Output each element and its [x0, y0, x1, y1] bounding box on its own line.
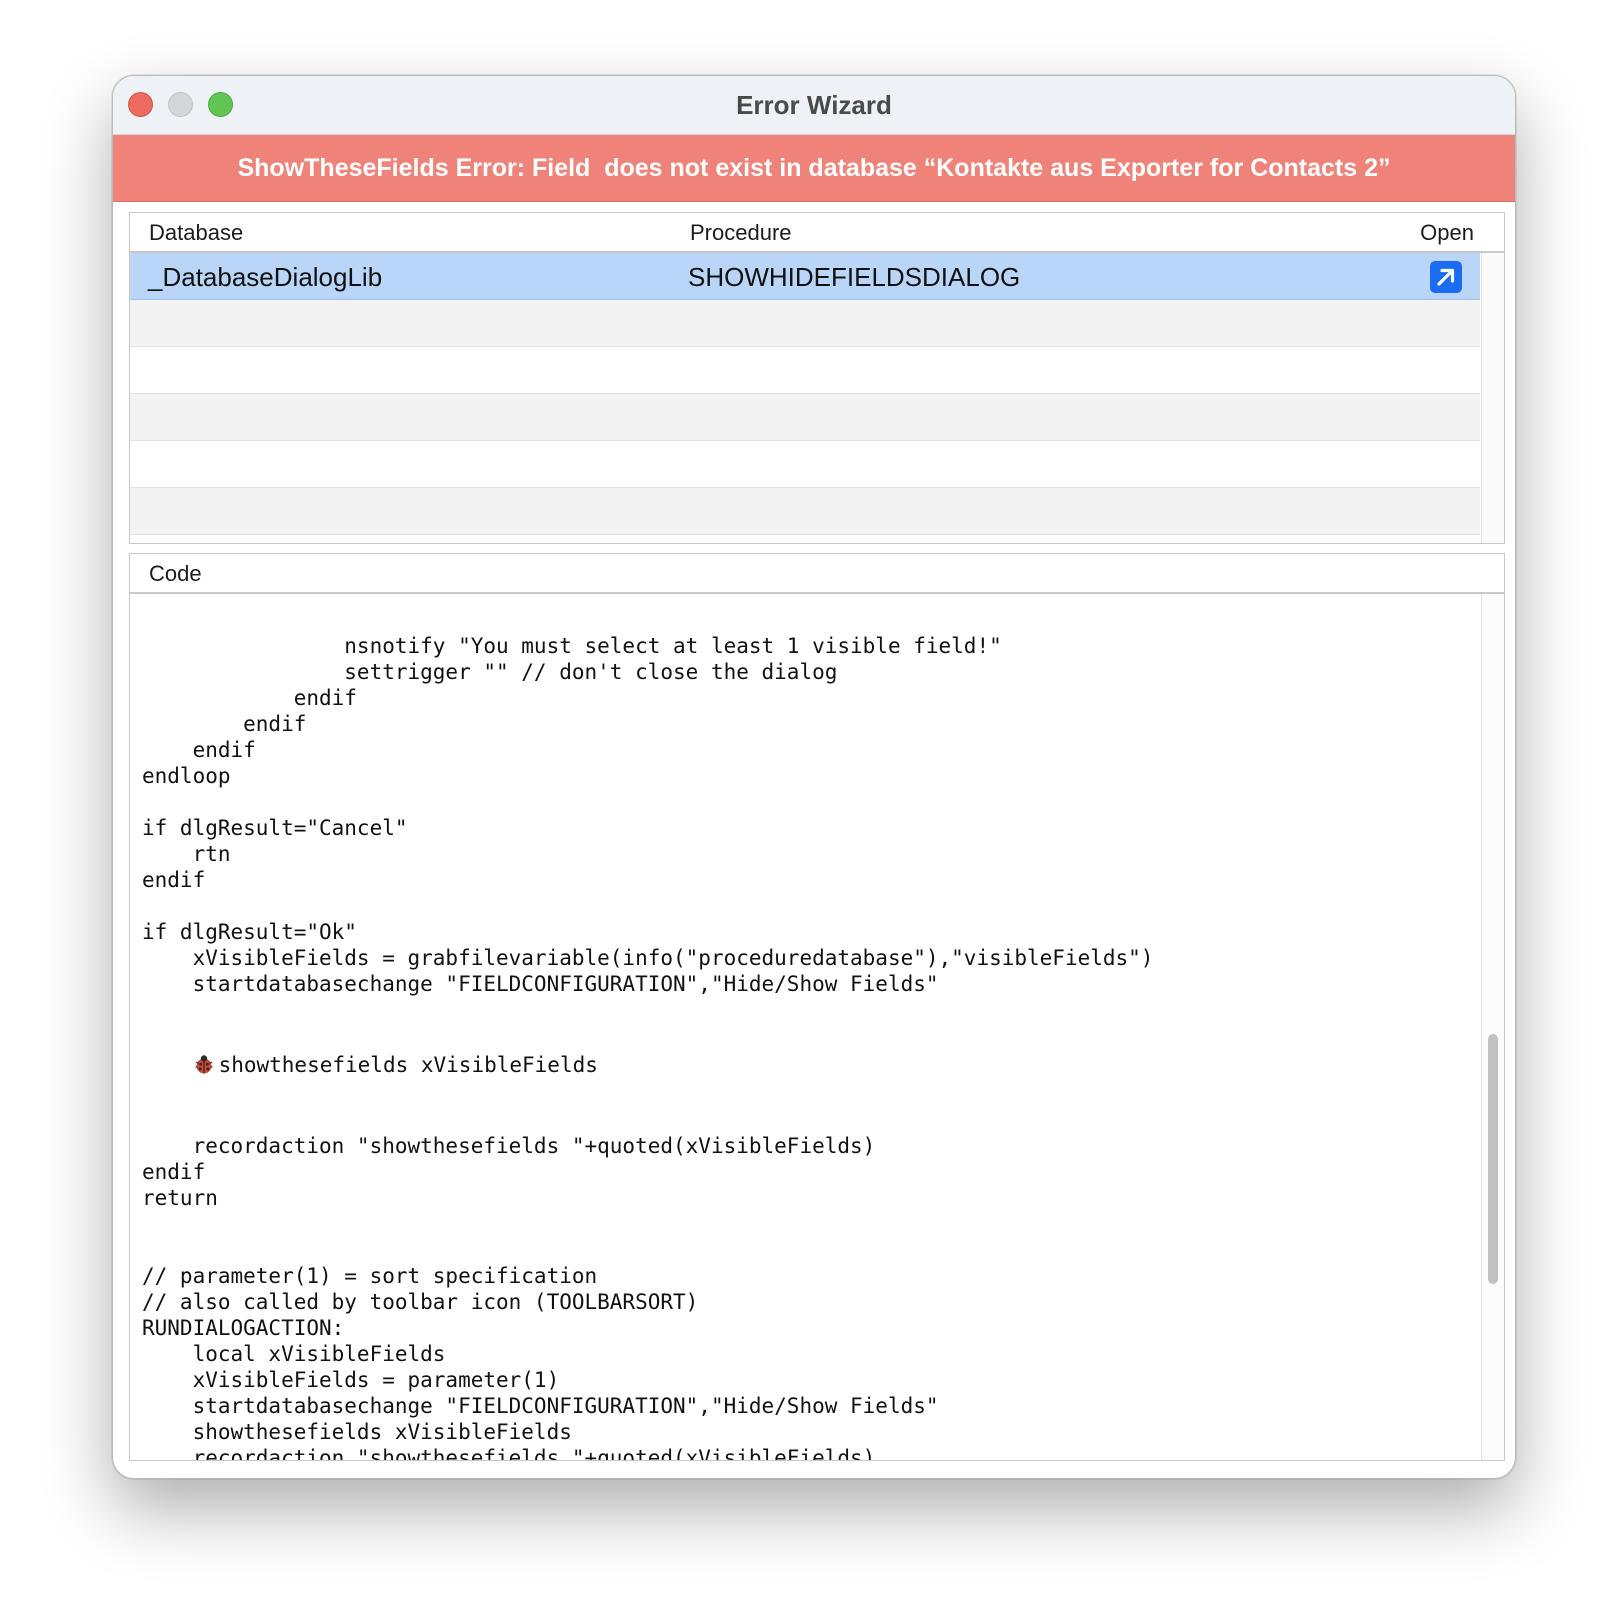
- table-row[interactable]: _DatabaseDialogLib SHOWHIDEFIELDSDIALOG: [130, 253, 1480, 300]
- code-text[interactable]: nsnotify "You must select at least 1 vis…: [142, 594, 1153, 1460]
- code-line[interactable]: startdatabasechange "FIELDCONFIGURATION"…: [142, 971, 1153, 997]
- code-line[interactable]: [142, 893, 1153, 919]
- code-header-label: Code: [149, 561, 202, 586]
- table-row-empty: [130, 300, 1480, 347]
- code-line[interactable]: [142, 789, 1153, 815]
- database-cell: _DatabaseDialogLib: [148, 262, 383, 292]
- code-line[interactable]: recordaction "showthesefields "+quoted(x…: [142, 1133, 1153, 1159]
- code-line[interactable]: endif: [142, 737, 1153, 763]
- code-line[interactable]: nsnotify "You must select at least 1 vis…: [142, 633, 1153, 659]
- code-line[interactable]: RUNDIALOGACTION:: [142, 1315, 1153, 1341]
- open-procedure-button[interactable]: [1430, 261, 1462, 293]
- code-line[interactable]: settrigger "" // don't close the dialog: [142, 659, 1153, 685]
- column-header-open[interactable]: Open: [1420, 220, 1474, 246]
- code-line[interactable]: xVisibleFields = grabfilevariable(info("…: [142, 945, 1154, 971]
- code-panel: Code nsnotify "You must select at least …: [129, 553, 1505, 1461]
- table-rows: _DatabaseDialogLib SHOWHIDEFIELDSDIALOG: [130, 253, 1480, 535]
- code-line[interactable]: xVisibleFields = parameter(1): [142, 1367, 1153, 1393]
- code-line[interactable]: local xVisibleFields: [142, 1341, 1153, 1367]
- table-row-empty: [130, 488, 1480, 535]
- title-bar: Error Wizard: [113, 76, 1515, 135]
- column-header-database[interactable]: Database: [149, 220, 243, 246]
- code-line[interactable]: return: [142, 1185, 1153, 1211]
- code-line[interactable]: recordaction "showthesefields "+quoted(x…: [142, 1445, 1153, 1460]
- code-lines-before-error: nsnotify "You must select at least 1 vis…: [142, 633, 1153, 997]
- error-wizard-window: Error Wizard ShowTheseFields Error: Fiel…: [112, 75, 1516, 1479]
- code-line[interactable]: endif: [142, 711, 1153, 737]
- window-title: Error Wizard: [736, 90, 892, 120]
- column-header-procedure[interactable]: Procedure: [690, 220, 792, 246]
- code-line[interactable]: endif: [142, 1159, 1153, 1185]
- error-code-line[interactable]: showthesefields xVisibleFields: [142, 1049, 1153, 1081]
- code-lines-after-error: recordaction "showthesefields "+quoted(x…: [142, 1133, 1153, 1460]
- code-line[interactable]: endif: [142, 867, 1153, 893]
- table-header: Database Procedure Open: [130, 213, 1504, 253]
- table-row-empty: [130, 441, 1480, 488]
- code-line[interactable]: endif: [142, 685, 1153, 711]
- code-line[interactable]: startdatabasechange "FIELDCONFIGURATION"…: [142, 1393, 1153, 1419]
- code-line[interactable]: // also called by toolbar icon (TOOLBARS…: [142, 1289, 1153, 1315]
- code-line[interactable]: showthesefields xVisibleFields: [142, 1419, 1153, 1445]
- table-scrollbar[interactable]: [1481, 253, 1504, 543]
- table-row-empty: [130, 394, 1480, 441]
- bug-icon: [193, 1053, 215, 1075]
- error-line-text: showthesefields xVisibleFields: [218, 1053, 598, 1077]
- code-header: Code: [130, 554, 1504, 594]
- code-line[interactable]: endloop: [142, 763, 1153, 789]
- code-line[interactable]: rtn: [142, 841, 1153, 867]
- code-line[interactable]: [142, 1211, 1153, 1237]
- code-line[interactable]: // parameter(1) = sort specification: [142, 1263, 1153, 1289]
- code-scrollbar-thumb[interactable]: [1488, 1034, 1498, 1284]
- error-message-banner: ShowTheseFields Error: Field does not ex…: [113, 135, 1515, 202]
- code-line[interactable]: if dlgResult="Cancel": [142, 815, 1153, 841]
- code-scrollbar[interactable]: [1481, 594, 1504, 1460]
- open-external-icon: [1437, 268, 1455, 286]
- code-view[interactable]: nsnotify "You must select at least 1 vis…: [130, 594, 1480, 1460]
- call-stack-table: Database Procedure Open _DatabaseDialogL…: [129, 212, 1505, 544]
- code-line[interactable]: [142, 1237, 1153, 1263]
- procedure-cell: SHOWHIDEFIELDSDIALOG: [688, 262, 1021, 292]
- code-line[interactable]: if dlgResult="Ok": [142, 919, 1153, 945]
- table-row-empty: [130, 347, 1480, 394]
